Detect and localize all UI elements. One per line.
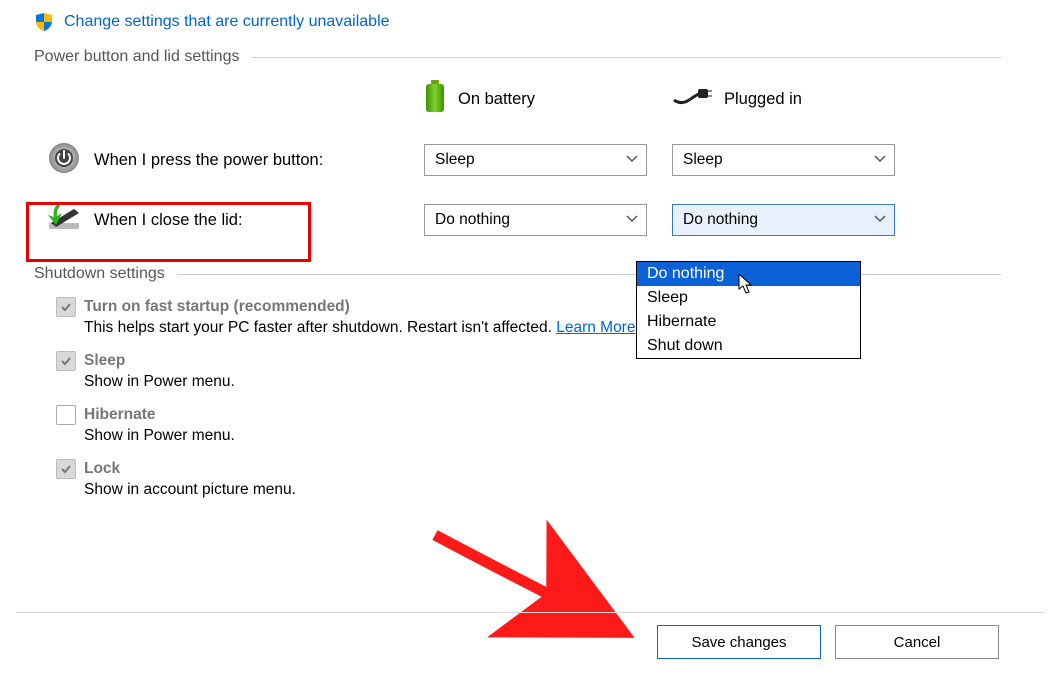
chevron-down-icon [874,213,886,225]
power-button-icon [47,141,81,179]
close-lid-row-label: When I close the lid: [94,211,424,230]
lock-checkbox[interactable] [56,459,76,479]
sleep-label: Sleep [84,352,125,370]
dropdown-option[interactable]: Do nothing [637,262,860,286]
lock-desc: Show in account picture menu. [84,481,1001,499]
power-button-plugged-select[interactable]: Sleep [672,144,895,176]
chevron-down-icon [626,213,638,225]
dropdown-option[interactable]: Hibernate [637,310,860,334]
power-button-row-label: When I press the power button: [94,151,424,170]
chevron-down-icon [874,153,886,165]
hibernate-label: Hibernate [84,406,156,424]
column-header-plugged: Plugged in [724,90,802,109]
plug-icon [672,86,712,113]
battery-icon [424,80,446,119]
close-lid-battery-select[interactable]: Do nothing [424,204,647,236]
dropdown-option[interactable]: Sleep [637,286,860,310]
group-header-power: Power button and lid settings [34,48,239,66]
lock-label: Lock [84,460,120,478]
hibernate-checkbox[interactable] [56,405,76,425]
close-lid-plugged-select[interactable]: Do nothing [672,204,895,236]
cancel-button[interactable]: Cancel [835,625,999,659]
close-lid-icon [44,201,84,239]
fast-startup-desc: This helps start your PC faster after sh… [84,319,1001,337]
fast-startup-label: Turn on fast startup (recommended) [84,298,350,316]
fast-startup-checkbox[interactable] [56,297,76,317]
group-header-shutdown: Shutdown settings [34,265,165,283]
close-lid-plugged-dropdown[interactable]: Do nothing Sleep Hibernate Shut down [636,261,861,359]
dropdown-option[interactable]: Shut down [637,334,860,358]
hibernate-desc: Show in Power menu. [84,427,1001,445]
chevron-down-icon [626,153,638,165]
sleep-desc: Show in Power menu. [84,373,1001,391]
change-unavailable-settings-link[interactable]: Change settings that are currently unava… [64,13,390,31]
save-changes-button[interactable]: Save changes [657,625,821,659]
power-button-battery-select[interactable]: Sleep [424,144,647,176]
column-header-battery: On battery [458,90,535,109]
annotation-arrow [420,520,650,650]
uac-shield-icon [34,12,54,32]
learn-more-link[interactable]: Learn More [556,319,635,336]
sleep-checkbox[interactable] [56,351,76,371]
